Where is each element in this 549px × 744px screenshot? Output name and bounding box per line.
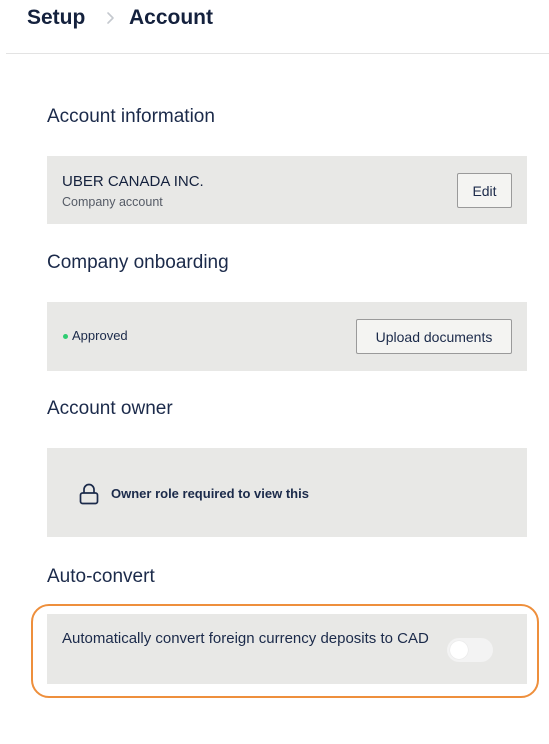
- section-title-company-onboarding: Company onboarding: [47, 252, 229, 273]
- edit-button[interactable]: Edit: [457, 173, 512, 208]
- onboarding-status: Approved: [72, 328, 128, 343]
- lock-icon: [79, 483, 99, 505]
- page-header: Setup Account: [0, 0, 549, 53]
- status-dot-icon: [63, 334, 68, 339]
- owner-locked-message: Owner role required to view this: [111, 486, 309, 501]
- company-type: Company account: [62, 195, 163, 209]
- account-information-card: UBER CANADA INC. Company account Edit: [47, 156, 527, 224]
- breadcrumb-setup[interactable]: Setup: [27, 6, 85, 30]
- chevron-right-icon: [107, 12, 114, 24]
- company-onboarding-card: Approved Upload documents: [47, 302, 527, 371]
- breadcrumb-account: Account: [129, 6, 213, 29]
- company-name: UBER CANADA INC.: [62, 173, 204, 190]
- account-owner-card: Owner role required to view this: [47, 448, 527, 537]
- upload-documents-button[interactable]: Upload documents: [356, 319, 512, 354]
- highlight-outline: [31, 604, 539, 698]
- section-title-auto-convert: Auto-convert: [47, 566, 155, 587]
- section-title-account-owner: Account owner: [47, 398, 173, 419]
- section-title-account-information: Account information: [47, 106, 215, 127]
- header-divider: [6, 53, 549, 54]
